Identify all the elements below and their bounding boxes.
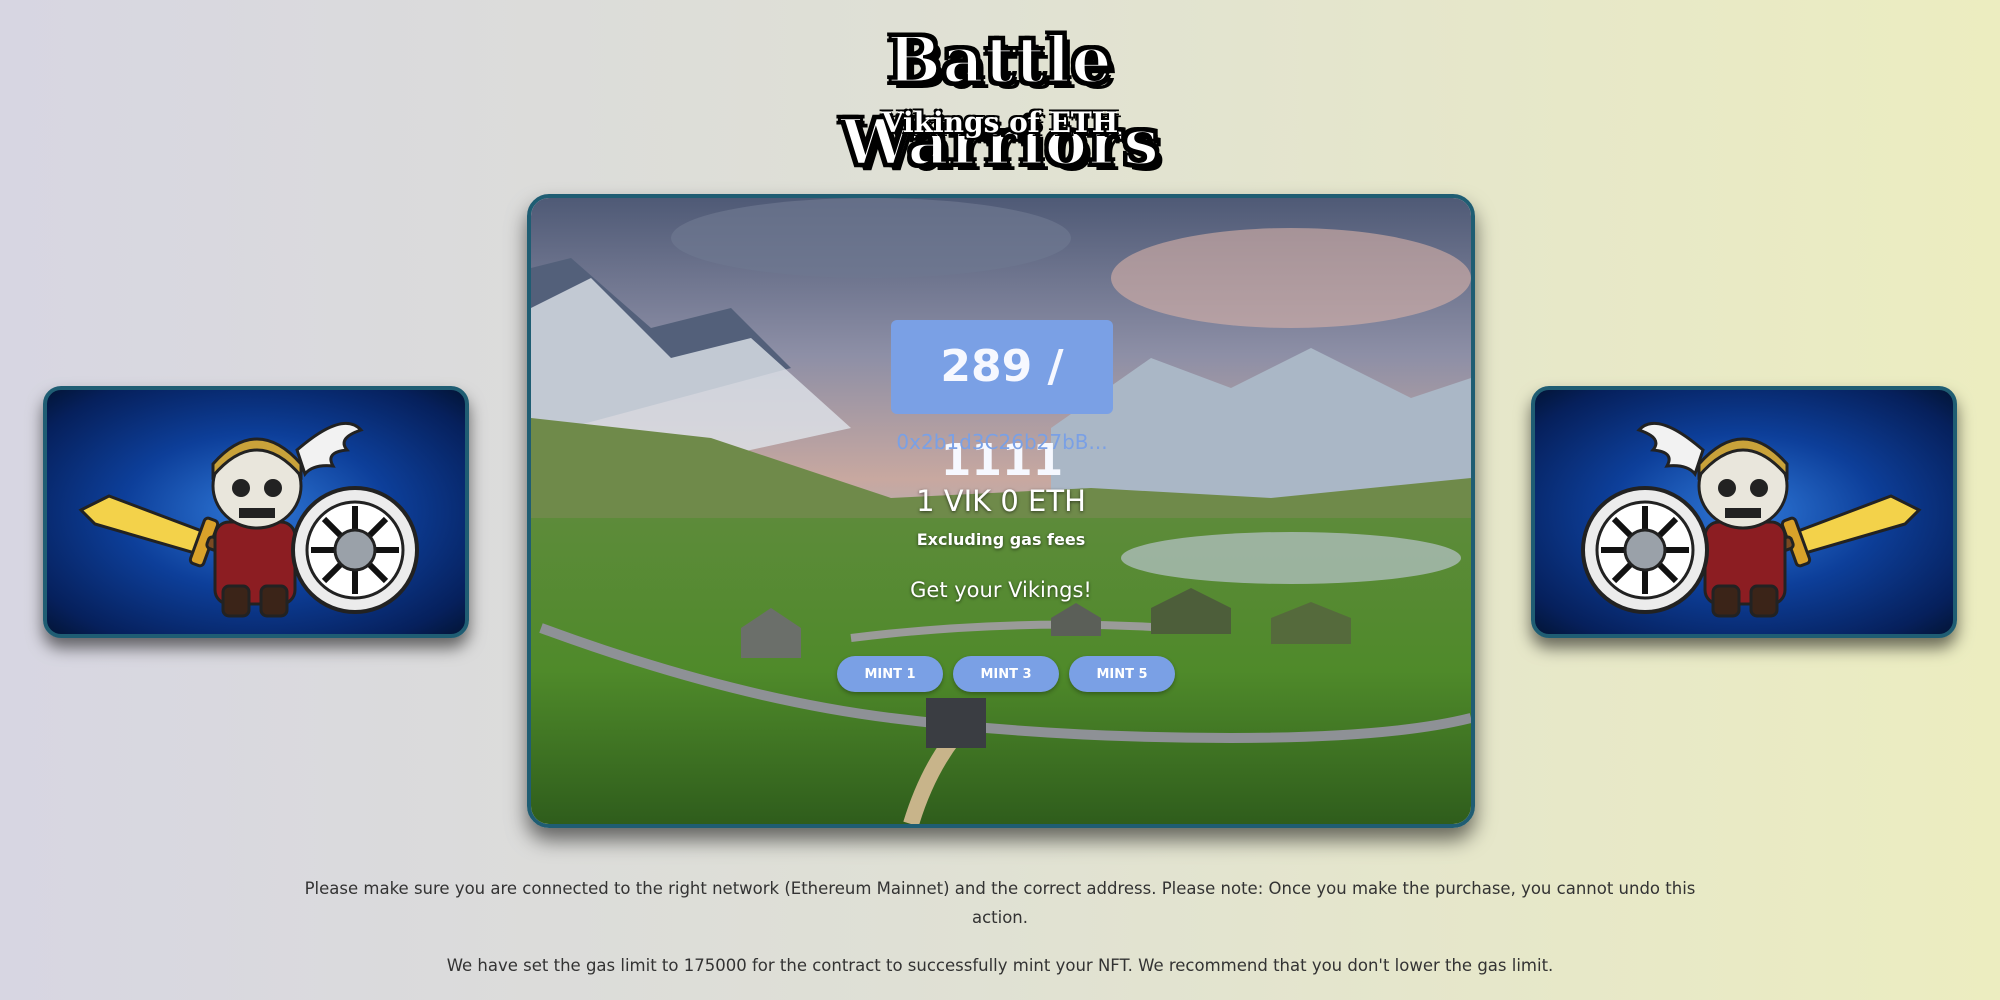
viking-card-right	[1531, 386, 1957, 638]
shield-icon	[1581, 486, 1709, 614]
mint-button-group: MINT 1 MINT 3 MINT 5	[837, 656, 1177, 692]
mint-1-button[interactable]: MINT 1	[837, 656, 943, 692]
shield-icon	[291, 486, 419, 614]
mint-counter: 289 / 1111	[891, 320, 1113, 486]
logo: Battle Warriors Vikings of ETH	[735, 20, 1265, 182]
viking-card-left	[43, 386, 469, 638]
gas-limit-notice: We have set the gas limit to 175000 for …	[446, 956, 1554, 975]
sword-icon	[1765, 494, 1922, 568]
viking-warrior-icon	[78, 421, 419, 618]
gas-fee-note: Excluding gas fees	[916, 530, 1086, 549]
viking-warrior-icon	[1581, 421, 1922, 618]
mint-price: 1 VIK 0 ETH	[916, 484, 1086, 518]
logo-subtitle: Vikings of ETH	[881, 106, 1119, 139]
mint-call-to-action: Get your Vikings!	[910, 578, 1092, 602]
network-notice: Please make sure you are connected to th…	[304, 879, 1696, 927]
logo-title: Battle Warriors	[839, 22, 1161, 182]
mint-panel: 289 / 1111 0x2b1d3C26b27bB... 1 VIK 0 ET…	[527, 194, 1475, 828]
sword-icon	[78, 494, 235, 568]
mint-3-button[interactable]: MINT 3	[953, 656, 1059, 692]
contract-address-link[interactable]: 0x2b1d3C26b27bB...	[871, 430, 1133, 454]
mint-5-button[interactable]: MINT 5	[1069, 656, 1175, 692]
